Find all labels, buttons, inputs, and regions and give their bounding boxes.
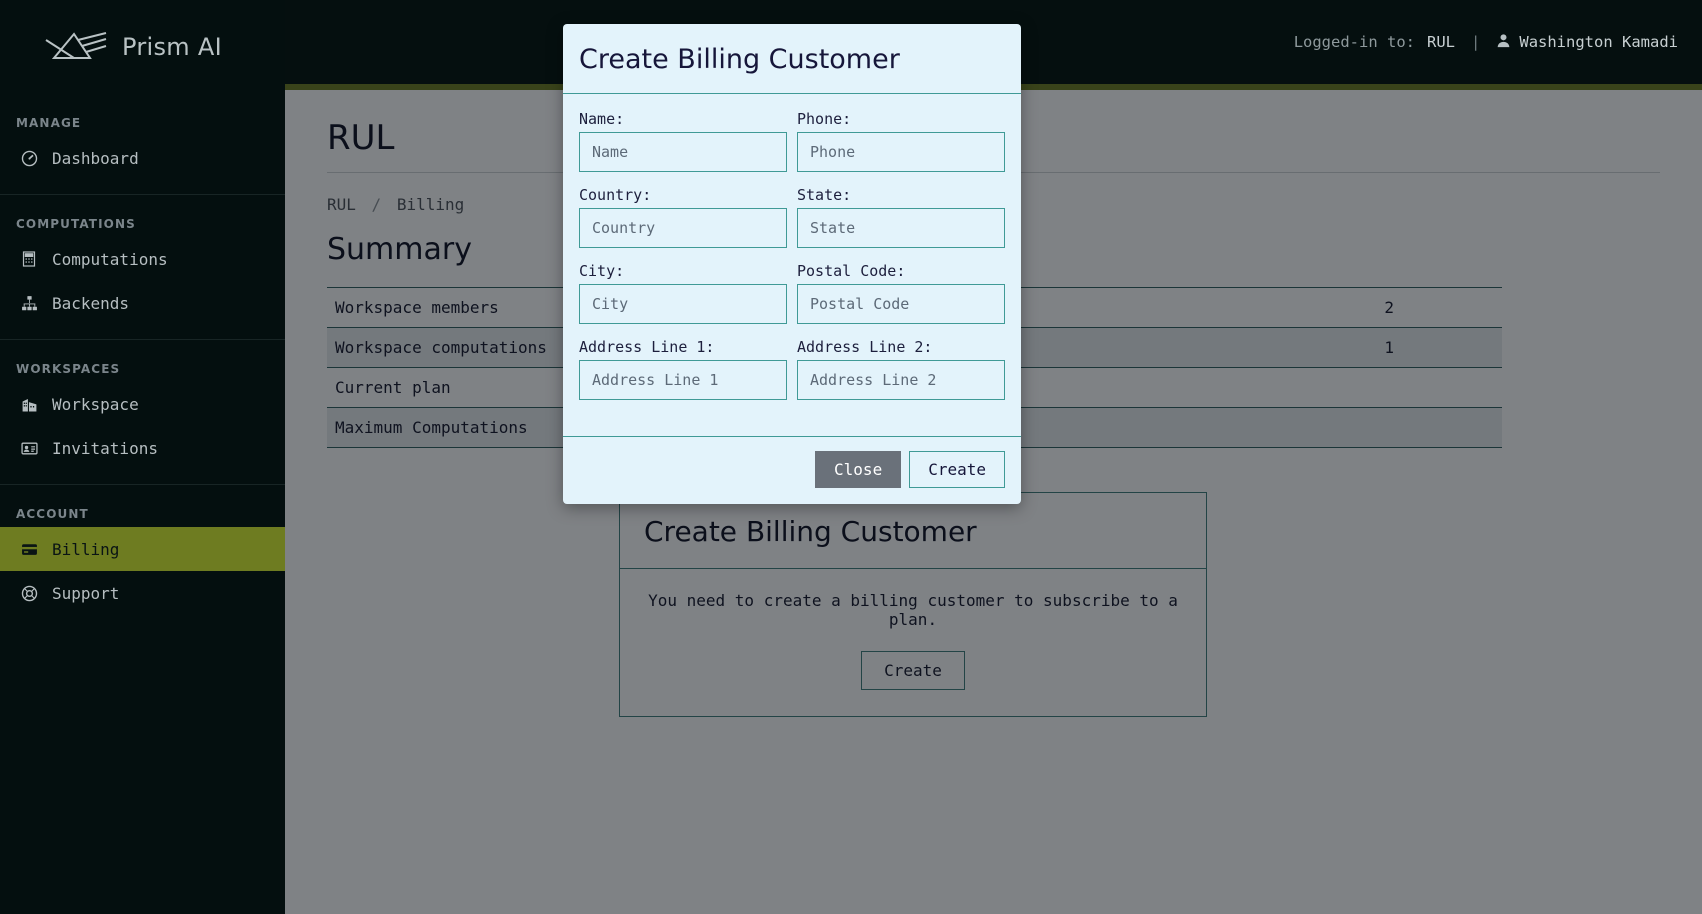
address-line-2-field[interactable] — [797, 360, 1005, 400]
sidebar-item-label: Computations — [52, 249, 168, 269]
name-field[interactable] — [579, 132, 787, 172]
sidebar-group-account: ACCOUNT Billing Support — [0, 485, 285, 629]
postal-code-field-group: Postal Code: — [797, 262, 1005, 324]
sidebar-item-label: Billing — [52, 539, 120, 559]
credit-card-icon — [18, 538, 40, 560]
brand-name: Prism AI — [122, 33, 222, 61]
sitemap-icon — [18, 292, 40, 314]
sidebar-item-label: Invitations — [52, 438, 158, 458]
speedometer-icon — [18, 147, 40, 169]
sidebar-group-heading: WORKSPACES — [16, 362, 121, 376]
sidebar-item-label: Backends — [52, 293, 130, 313]
name-field-group: Name: — [579, 110, 787, 172]
city-field[interactable] — [579, 284, 787, 324]
topbar-separator: | — [1471, 33, 1481, 51]
form-row: Address Line 1: Address Line 2: — [579, 338, 1005, 400]
user-icon — [1496, 33, 1511, 52]
sidebar-item-billing[interactable]: Billing — [0, 527, 285, 571]
address-line-1-field[interactable] — [579, 360, 787, 400]
name-field-label: Name: — [579, 110, 625, 128]
sidebar: Prism AI MANAGE Dashboard COMPUTATIONS Comp… — [0, 0, 285, 914]
topbar-workspace[interactable]: RUL — [1427, 33, 1455, 51]
create-billing-customer-modal: Create Billing Customer Name: Phone: Count… — [563, 24, 1021, 504]
brand[interactable]: Prism AI — [0, 0, 285, 94]
address-line-2-field-group: Address Line 2: — [797, 338, 1005, 400]
sidebar-item-invitations[interactable]: Invitations — [0, 426, 285, 470]
modal-footer: Close Create — [563, 436, 1021, 504]
address-line-1-field-label: Address Line 1: — [579, 338, 715, 356]
state-field-group: State: — [797, 186, 1005, 248]
building-icon — [18, 393, 40, 415]
country-field[interactable] — [579, 208, 787, 248]
sidebar-item-computations[interactable]: Computations — [0, 237, 285, 281]
postal-code-field[interactable] — [797, 284, 1005, 324]
prism-logo-icon — [44, 28, 108, 66]
sidebar-item-backends[interactable]: Backends — [0, 281, 285, 325]
create-button[interactable]: Create — [909, 451, 1005, 488]
address-line-1-field-group: Address Line 1: — [579, 338, 787, 400]
sidebar-group-heading: COMPUTATIONS — [16, 217, 136, 231]
close-button[interactable]: Close — [815, 451, 902, 488]
city-field-label: City: — [579, 262, 625, 280]
phone-field-label: Phone: — [797, 110, 852, 128]
phone-field[interactable] — [797, 132, 1005, 172]
sidebar-item-label: Dashboard — [52, 148, 139, 168]
sidebar-group-manage: MANAGE Dashboard — [0, 94, 285, 195]
sidebar-nav: MANAGE Dashboard COMPUTATIONS Computations B… — [0, 94, 285, 629]
topbar-user[interactable]: Washington Kamadi — [1496, 33, 1678, 52]
form-row: Country: State: — [579, 186, 1005, 248]
app-root: Prism AI MANAGE Dashboard COMPUTATIONS Comp… — [0, 0, 1702, 914]
state-field-label: State: — [797, 186, 852, 204]
form-row: City: Postal Code: — [579, 262, 1005, 324]
sidebar-group-computations: COMPUTATIONS Computations Backends — [0, 195, 285, 340]
modal-body: Name: Phone: Country: State: City: Postal Cod… — [563, 94, 1021, 436]
form-row: Name: Phone: — [579, 110, 1005, 172]
postal-code-field-label: Postal Code: — [797, 262, 906, 280]
calculator-icon — [18, 248, 40, 270]
country-field-group: Country: — [579, 186, 787, 248]
phone-field-group: Phone: — [797, 110, 1005, 172]
sidebar-group-heading: ACCOUNT — [16, 507, 89, 521]
sidebar-group-heading: MANAGE — [16, 116, 82, 130]
sidebar-item-label: Support — [52, 583, 120, 603]
life-ring-icon — [18, 582, 40, 604]
sidebar-item-label: Workspace — [52, 394, 139, 414]
user-name: Washington Kamadi — [1519, 33, 1678, 51]
country-field-label: Country: — [579, 186, 652, 204]
id-card-icon — [18, 437, 40, 459]
state-field[interactable] — [797, 208, 1005, 248]
sidebar-group-workspaces: WORKSPACES Workspace Invitations — [0, 340, 285, 485]
modal-header: Create Billing Customer — [563, 24, 1021, 94]
modal-title: Create Billing Customer — [579, 44, 900, 75]
sidebar-item-support[interactable]: Support — [0, 571, 285, 615]
sidebar-item-workspace[interactable]: Workspace — [0, 382, 285, 426]
logged-in-label: Logged-in to: — [1293, 33, 1416, 51]
sidebar-item-dashboard[interactable]: Dashboard — [0, 136, 285, 180]
address-line-2-field-label: Address Line 2: — [797, 338, 933, 356]
city-field-group: City: — [579, 262, 787, 324]
